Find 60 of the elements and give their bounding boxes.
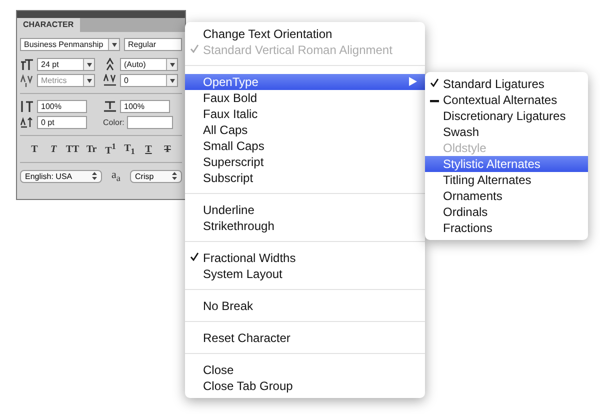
menu-item[interactable]: Close Tab Group	[185, 378, 425, 394]
menu-item[interactable]: All Caps	[185, 122, 425, 138]
font-style-field[interactable]: Regular	[124, 38, 182, 51]
menu-item[interactable]: Ornaments	[425, 188, 588, 204]
color-label: Color:	[103, 118, 124, 127]
menu-item[interactable]: Swash	[425, 124, 588, 140]
caret-icon	[86, 62, 92, 66]
tracking-icon	[103, 74, 117, 87]
kerning-icon	[20, 74, 34, 87]
type-style-button[interactable]: T	[26, 144, 43, 155]
antialias-select[interactable]: Crisp	[130, 170, 182, 183]
color-field[interactable]	[127, 116, 174, 129]
menu-item[interactable]: No Break	[185, 298, 425, 314]
menu-item[interactable]: Titling Alternates	[425, 172, 588, 188]
menu-item[interactable]: Fractional Widths	[185, 250, 425, 266]
menu-item[interactable]: Stylistic Alternates	[425, 156, 588, 172]
menu-item[interactable]: Close	[185, 362, 425, 378]
panel-tab[interactable]: CHARACTER	[17, 18, 80, 32]
menu-item[interactable]: Underline	[185, 202, 425, 218]
caret-icon	[170, 62, 174, 66]
font-family-field[interactable]: Business Penmanship	[20, 38, 120, 51]
menu-item[interactable]: Reset Character	[185, 330, 425, 346]
menu-item[interactable]: Standard Ligatures	[425, 76, 588, 92]
antialias-icon: a$_{a}$	[112, 169, 120, 184]
up-down-arrows-icon	[172, 172, 177, 180]
menu-item[interactable]: Fractions	[425, 220, 588, 236]
menu-item[interactable]: System Layout	[185, 266, 425, 282]
caret-icon	[86, 78, 92, 82]
input-field[interactable]: (Auto)	[120, 58, 178, 71]
type-style-button[interactable]: T	[159, 144, 176, 155]
input-field[interactable]: 0	[120, 74, 178, 87]
menu-item[interactable]: OpenType	[185, 74, 425, 90]
caret-icon	[170, 78, 174, 82]
menu-item[interactable]: Discretionary Ligatures	[425, 108, 588, 124]
type-style-button[interactable]: T$^{1}$	[102, 142, 119, 156]
type-style-button[interactable]: TT	[64, 144, 81, 155]
type-style-button[interactable]: T$_{1}$	[121, 142, 138, 156]
menu-item[interactable]: Contextual Alternates	[425, 92, 588, 108]
menu-item[interactable]: Change Text Orientation	[185, 26, 425, 42]
menu-item[interactable]: Faux Italic	[185, 106, 425, 122]
menu-item[interactable]: Faux Bold	[185, 90, 425, 106]
menu-item[interactable]: Strikethrough	[185, 218, 425, 234]
input-field[interactable]: 100%	[37, 100, 87, 113]
input-field[interactable]: 0 pt	[37, 116, 87, 129]
type-style-button[interactable]: T	[45, 144, 62, 155]
menu-item[interactable]: Subscript	[185, 170, 425, 186]
input-field[interactable]: 24 pt	[37, 58, 95, 71]
menu-item[interactable]: Small Caps	[185, 138, 425, 154]
menu-item[interactable]: Superscript	[185, 154, 425, 170]
up-down-arrows-icon	[92, 172, 97, 180]
caret-icon	[112, 42, 116, 46]
horizontal-scale-icon	[103, 100, 117, 113]
menu-item[interactable]: Ordinals	[425, 204, 588, 220]
input-field[interactable]: 100%	[120, 100, 170, 113]
type-style-button[interactable]: Tr	[83, 144, 100, 155]
vertical-scale-icon	[20, 100, 34, 113]
baseline-shift-icon	[20, 116, 34, 129]
language-select[interactable]: English: USA	[20, 170, 102, 183]
font-size-icon	[20, 58, 34, 71]
type-style-button[interactable]: T	[140, 144, 157, 155]
